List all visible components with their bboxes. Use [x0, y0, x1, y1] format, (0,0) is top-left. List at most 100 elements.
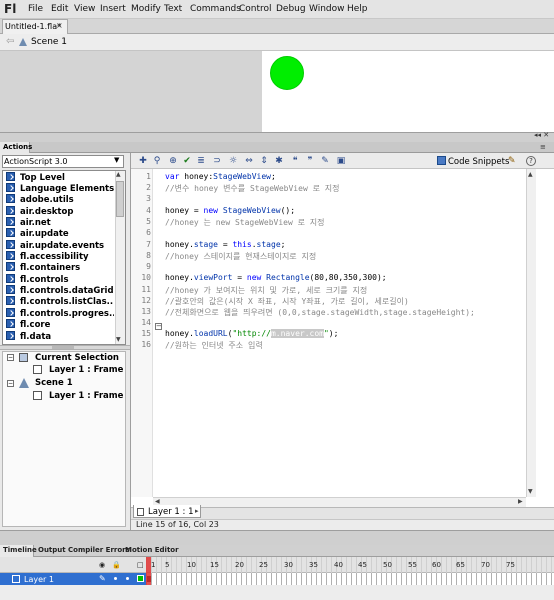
- scene-frame-node[interactable]: Layer 1 : Frame: [49, 391, 123, 403]
- debug-options-icon[interactable]: ☼: [228, 156, 238, 166]
- code-line[interactable]: //honey 스테이지를 현재스테이지로 지정: [165, 251, 316, 262]
- stage[interactable]: [262, 51, 554, 132]
- library-item[interactable]: Top Level: [6, 172, 114, 183]
- apply-block-comment-icon[interactable]: ❝: [290, 156, 300, 166]
- layer-name[interactable]: Layer 1: [24, 575, 54, 584]
- menu-edit[interactable]: Edit: [51, 4, 68, 14]
- green-circle-shape[interactable]: [270, 56, 304, 90]
- remove-comment-icon[interactable]: ✎: [320, 156, 330, 166]
- code-line[interactable]: honey.loadURL("http://m.naver.com");: [165, 329, 338, 338]
- lock-icon[interactable]: 🔒: [112, 561, 121, 569]
- outline-icon[interactable]: □: [137, 561, 144, 569]
- menu-view[interactable]: View: [74, 4, 95, 14]
- check-syntax-icon[interactable]: ✔: [182, 156, 192, 166]
- splitter-grip[interactable]: [52, 346, 74, 349]
- ruler-label: 40: [334, 561, 343, 569]
- menu-text[interactable]: Text: [164, 4, 182, 14]
- current-selection-node[interactable]: Current Selection: [35, 353, 119, 365]
- language-select-value[interactable]: ActionScript 3.0: [4, 157, 68, 166]
- library-item[interactable]: fl.data: [6, 331, 114, 342]
- scroll-right-icon[interactable]: ▶: [518, 498, 523, 505]
- visibility-dot[interactable]: [114, 577, 117, 580]
- actions-tab-label[interactable]: Actions: [3, 143, 32, 151]
- layer-outline-color[interactable]: [137, 575, 144, 582]
- code-line[interactable]: honey = new StageWebView();: [165, 206, 295, 215]
- code-line[interactable]: //변수 honey 변수를 StageWebView 로 지정: [165, 183, 339, 194]
- library-item[interactable]: adobe.utils: [6, 194, 114, 205]
- panel-menu-icon[interactable]: ≡: [540, 143, 546, 151]
- collapse-toggle-icon[interactable]: −: [7, 380, 14, 387]
- tab-compiler-errors[interactable]: Compiler Errors: [68, 546, 130, 554]
- tab-output[interactable]: Output: [38, 546, 66, 554]
- library-item[interactable]: air.net: [6, 217, 114, 228]
- library-item[interactable]: air.desktop: [6, 206, 114, 217]
- scene-node[interactable]: Scene 1: [35, 378, 73, 390]
- code-line[interactable]: //원하는 인터넷 주소 입력: [165, 340, 263, 351]
- collapse-toggle-icon[interactable]: −: [7, 354, 14, 361]
- lock-dot[interactable]: [126, 577, 129, 580]
- script-tab-label[interactable]: Layer 1 : 1: [148, 507, 193, 517]
- library-item[interactable]: fl.controls.progres...: [6, 308, 114, 319]
- add-statement-icon[interactable]: ✚: [138, 156, 148, 166]
- library-item[interactable]: fl.accessibility: [6, 251, 114, 262]
- collapse-panel-icon[interactable]: ◂◂ ✕: [534, 131, 549, 139]
- scroll-down-icon[interactable]: ▼: [116, 336, 121, 343]
- script-assist-icon[interactable]: ✎: [508, 156, 516, 166]
- apply-line-comment-icon[interactable]: ❞: [305, 156, 315, 166]
- code-snippets-button[interactable]: Code Snippets: [448, 157, 509, 167]
- close-tab-icon[interactable]: ×: [56, 21, 63, 30]
- code-line[interactable]: //괄호안의 값은(시작 X 좌표, 시작 Y좌표, 가로 길이, 세로길이): [165, 296, 409, 307]
- code-hint-icon[interactable]: ⊃: [212, 156, 222, 166]
- current-frame-node[interactable]: Layer 1 : Frame: [49, 365, 123, 377]
- library-item[interactable]: fl.containers: [6, 262, 114, 273]
- target-icon[interactable]: ⊕: [168, 156, 178, 166]
- collapse-braces-icon[interactable]: ⇔: [244, 156, 254, 166]
- library-item[interactable]: air.update: [6, 228, 114, 239]
- show-toolbox-icon[interactable]: ▣: [336, 156, 346, 166]
- code-line[interactable]: //honey 가 보여지는 위치 및 가로, 세로 크기를 지정: [165, 285, 367, 296]
- menu-help[interactable]: Help: [347, 4, 368, 14]
- tab-motion-editor[interactable]: Motion Editor: [125, 546, 179, 554]
- code-line[interactable]: var honey:StageWebView;: [165, 172, 276, 181]
- menu-commands[interactable]: Commands: [190, 4, 241, 14]
- chevron-down-icon[interactable]: ▸: [195, 507, 199, 515]
- scene-label[interactable]: Scene 1: [31, 37, 67, 47]
- auto-format-icon[interactable]: ≣: [196, 156, 206, 166]
- scroll-up-icon[interactable]: ▲: [116, 171, 121, 178]
- code-snippets-icon[interactable]: [437, 156, 446, 165]
- menu-file[interactable]: File: [28, 4, 43, 14]
- library-item[interactable]: fl.controls: [6, 274, 114, 285]
- expand-all-icon[interactable]: ✱: [274, 156, 284, 166]
- find-icon[interactable]: ⚲: [152, 156, 162, 166]
- code-line[interactable]: //전체화면으로 웹을 띄우려면 (0,0,stage.stageWidth,s…: [165, 307, 475, 318]
- document-tab-label[interactable]: Untitled-1.fla*: [5, 22, 61, 31]
- library-item[interactable]: fl.core: [6, 319, 114, 330]
- back-arrow-icon[interactable]: ⇦: [6, 36, 14, 47]
- library-item[interactable]: air.update.events: [6, 240, 114, 251]
- frame-ruler[interactable]: [146, 557, 554, 573]
- editor-vertical-scrollbar[interactable]: [526, 169, 536, 497]
- tab-timeline[interactable]: Timeline: [3, 546, 37, 554]
- collapse-selection-icon[interactable]: ⇕: [259, 156, 269, 166]
- library-item[interactable]: fl.controls.dataGrid...: [6, 285, 114, 296]
- code-line[interactable]: //honey 는 new StageWebView 로 지정: [165, 217, 324, 228]
- editor-horizontal-scrollbar[interactable]: [153, 497, 526, 507]
- library-scroll-thumb[interactable]: [116, 181, 124, 217]
- menu-debug[interactable]: Debug: [276, 4, 306, 14]
- menu-window[interactable]: Window: [309, 4, 345, 14]
- help-icon[interactable]: ?: [526, 156, 536, 166]
- layer-frames[interactable]: [146, 573, 554, 585]
- library-item[interactable]: Language Elements: [6, 183, 114, 194]
- library-item[interactable]: fl.controls.listClas...: [6, 296, 114, 307]
- menu-modify[interactable]: Modify: [131, 4, 161, 14]
- menu-insert[interactable]: Insert: [100, 4, 126, 14]
- code-fold-icon[interactable]: −: [155, 323, 162, 330]
- menu-control[interactable]: Control: [239, 4, 272, 14]
- scroll-left-icon[interactable]: ◀: [155, 498, 160, 505]
- scroll-up-icon[interactable]: ▲: [528, 171, 533, 178]
- code-line[interactable]: honey.viewPort = new Rectangle(80,80,350…: [165, 273, 387, 282]
- eye-icon[interactable]: ◉: [99, 561, 105, 569]
- code-line[interactable]: honey.stage = this.stage;: [165, 240, 285, 249]
- chevron-down-icon[interactable]: ▼: [114, 156, 119, 164]
- scroll-down-icon[interactable]: ▼: [528, 488, 533, 495]
